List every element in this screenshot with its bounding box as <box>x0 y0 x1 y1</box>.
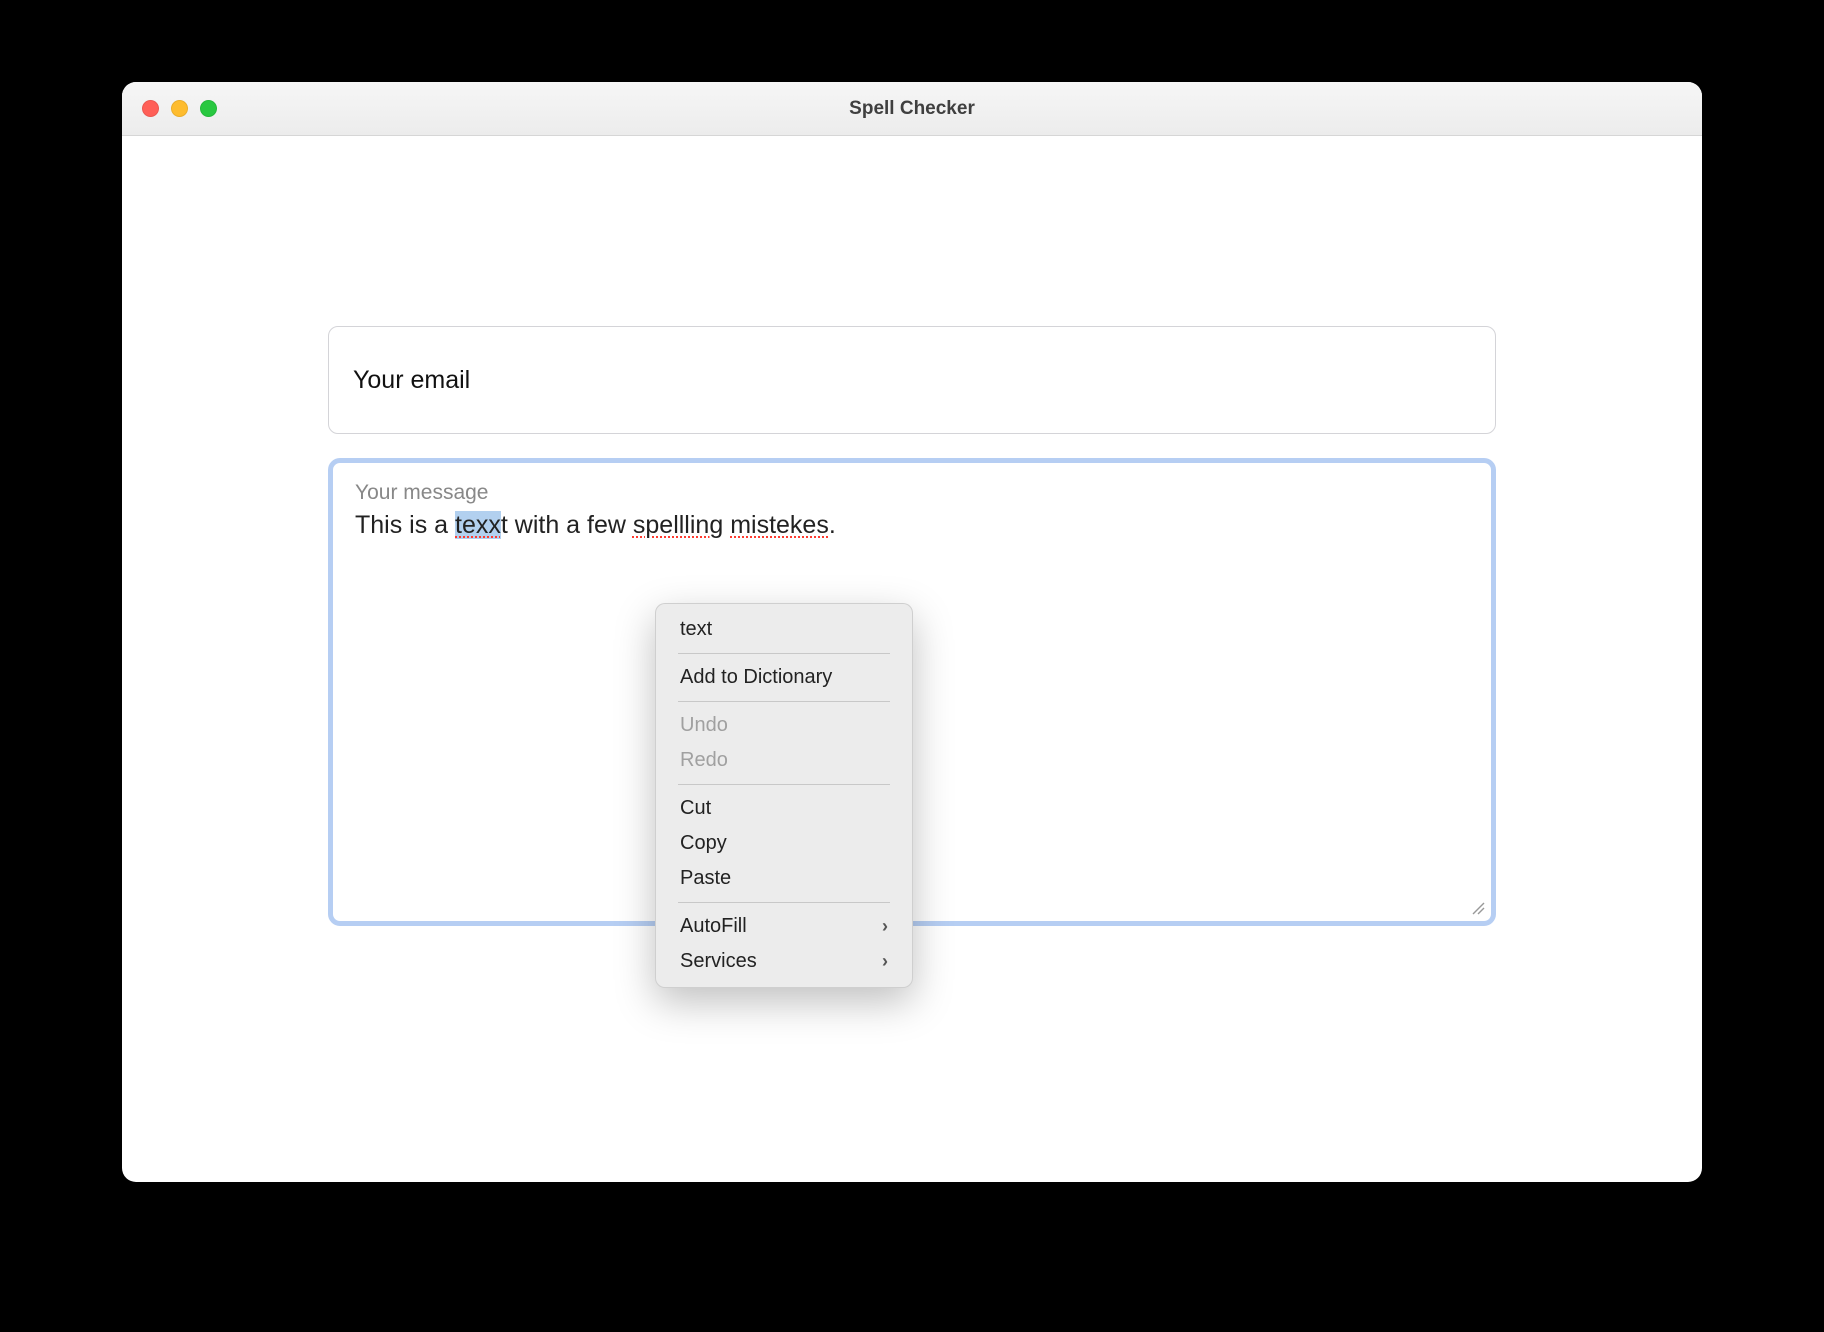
menu-item-label: Paste <box>680 867 731 890</box>
menu-item-label: text <box>680 618 712 641</box>
resize-handle-icon[interactable] <box>1471 901 1485 915</box>
menu-item-label: Add to Dictionary <box>680 666 832 689</box>
title-bar: Spell Checker <box>122 82 1702 136</box>
menu-item-paste[interactable]: Paste <box>656 861 912 896</box>
text-prefix: This is a <box>355 511 455 539</box>
menu-item-label: Copy <box>680 832 727 855</box>
menu-item-label: AutoFill <box>680 915 747 938</box>
menu-item-undo: Undo <box>656 708 912 743</box>
email-field[interactable]: Your email <box>328 326 1496 434</box>
message-label: Your message <box>355 481 1469 505</box>
menu-item-copy[interactable]: Copy <box>656 826 912 861</box>
message-text-content[interactable]: This is a texxt with a few spellling mis… <box>355 509 1469 542</box>
text-mid1: t with a few <box>501 511 633 539</box>
minimize-window-button[interactable] <box>171 100 188 117</box>
menu-item-cut[interactable]: Cut <box>656 791 912 826</box>
menu-item-label: Services <box>680 950 757 973</box>
menu-item-suggestion-text[interactable]: text <box>656 612 912 647</box>
menu-divider <box>678 784 890 785</box>
menu-item-label: Cut <box>680 797 711 820</box>
misspelled-word-3[interactable]: mistekes <box>730 511 829 539</box>
close-window-button[interactable] <box>142 100 159 117</box>
menu-item-label: Undo <box>680 714 728 737</box>
chevron-right-icon: › <box>882 916 888 937</box>
menu-divider <box>678 701 890 702</box>
misspelled-word-2[interactable]: spellling <box>633 511 723 539</box>
window-title: Spell Checker <box>849 98 975 120</box>
chevron-right-icon: › <box>882 951 888 972</box>
menu-item-redo: Redo <box>656 743 912 778</box>
menu-item-label: Redo <box>680 749 728 772</box>
menu-divider <box>678 653 890 654</box>
menu-item-add-to-dictionary[interactable]: Add to Dictionary <box>656 660 912 695</box>
selected-misspelled-word[interactable]: texx <box>455 511 501 539</box>
menu-item-services[interactable]: Services › <box>656 944 912 979</box>
zoom-window-button[interactable] <box>200 100 217 117</box>
menu-divider <box>678 902 890 903</box>
context-menu: text Add to Dictionary Undo Redo Cut Cop… <box>655 603 913 988</box>
email-placeholder: Your email <box>353 366 470 395</box>
app-window: Spell Checker Your email Your message Th… <box>122 82 1702 1182</box>
window-controls <box>142 100 217 117</box>
menu-item-autofill[interactable]: AutoFill › <box>656 909 912 944</box>
text-suffix: . <box>829 511 836 539</box>
